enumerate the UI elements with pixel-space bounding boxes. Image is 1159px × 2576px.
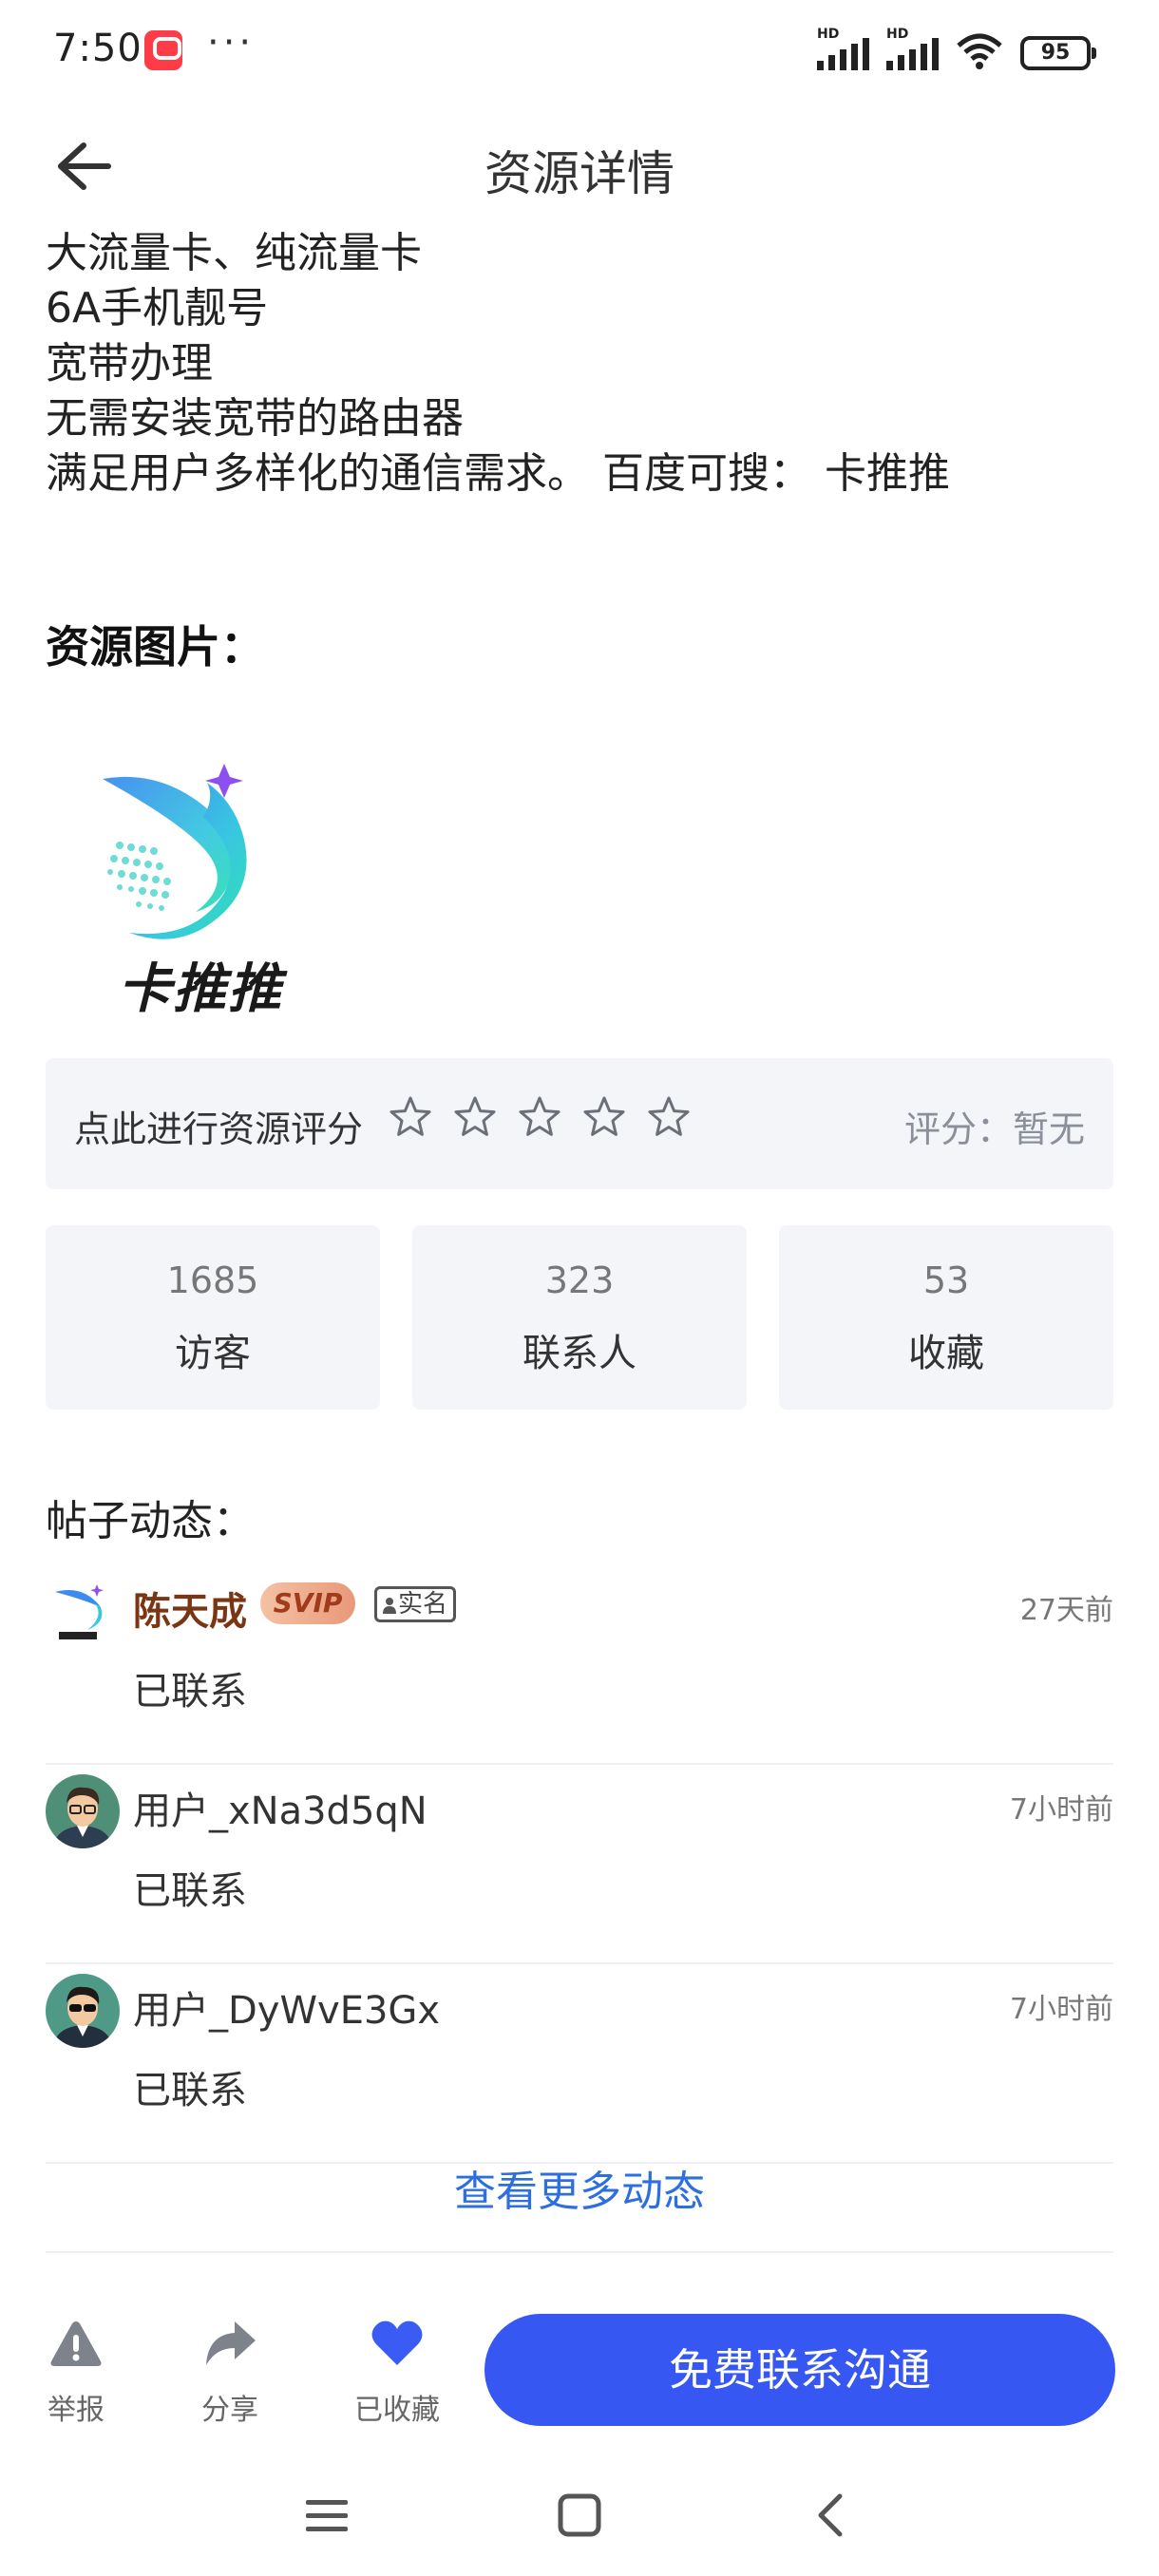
warning-icon (50, 2321, 102, 2366)
feed-action: 已联系 (133, 2069, 247, 2112)
user-name[interactable]: 陈天成 (133, 1581, 247, 1636)
more-notifications-icon: ··· (207, 21, 256, 65)
report-label: 举报 (48, 2394, 104, 2427)
activity-feed: 陈天成 SVIP 实名 27天前 已联系 用户_xNa3d5qN 7小时前 已联… (46, 1565, 1113, 2164)
feed-title: 帖子动态： (46, 1497, 255, 1545)
stat-value: 53 (922, 1260, 970, 1301)
signal-icon: HD (817, 27, 869, 70)
avatar[interactable] (46, 1974, 120, 2048)
star-icon[interactable] (452, 1094, 498, 1140)
report-button[interactable]: 举报 (19, 2318, 133, 2428)
person-icon (383, 1597, 396, 1614)
realname-badge: 实名 (374, 1586, 457, 1622)
description-line: 宽带办理 (46, 339, 213, 388)
share-button[interactable]: 分享 (173, 2318, 287, 2428)
feed-action: 已联系 (133, 1670, 247, 1714)
stat-visitors: 1685 访客 (46, 1225, 380, 1410)
status-indicators: HD HD 95 (817, 27, 1096, 70)
free-contact-button[interactable]: 免费联系沟通 (484, 2314, 1115, 2426)
resource-description: 大流量卡、纯流量卡 6A手机靓号 宽带办理 无需安装宽带的路由器 满足用户多样化… (46, 226, 1119, 502)
feed-item[interactable]: 用户_xNa3d5qN 7小时前 已联系 (46, 1765, 1113, 1964)
favorite-label: 已收藏 (354, 2394, 440, 2427)
page-title: 资源详情 (484, 146, 674, 201)
realname-label: 实名 (398, 1590, 448, 1619)
bottom-action-bar: 举报 分享 已收藏 免费联系沟通 (0, 2280, 1159, 2460)
star-icon[interactable] (517, 1094, 562, 1140)
menu-icon[interactable] (298, 2487, 355, 2544)
battery-icon: 95 (1020, 36, 1096, 70)
stat-label: 访客 (175, 1332, 251, 1375)
stat-label: 收藏 (908, 1332, 984, 1375)
resource-image[interactable]: 卡推推 (91, 760, 319, 1020)
favorite-button[interactable]: 已收藏 (340, 2318, 454, 2428)
feed-time: 7小时前 (1009, 1993, 1113, 2026)
share-arrow-icon (206, 2321, 256, 2365)
user-name[interactable]: 用户_xNa3d5qN (133, 1780, 428, 1835)
images-section-title: 资源图片： (46, 621, 264, 672)
logo-graphic (103, 764, 247, 939)
nav-bar: 资源详情 (0, 109, 1159, 223)
description-line: 大流量卡、纯流量卡 (46, 229, 422, 277)
stat-value: 323 (544, 1260, 615, 1301)
stat-favorites: 53 收藏 (779, 1225, 1113, 1410)
stat-label: 联系人 (522, 1332, 636, 1375)
feed-item[interactable]: 陈天成 SVIP 实名 27天前 已联系 (46, 1565, 1113, 1765)
status-time: 7:50 (53, 27, 142, 70)
signal-icon-2: HD (886, 27, 939, 70)
app-notification-icon (144, 30, 182, 70)
description-line: 无需安装宽带的路由器 (46, 394, 464, 443)
star-icon[interactable] (581, 1094, 627, 1140)
stat-contacts: 323 联系人 (412, 1225, 747, 1410)
user-name[interactable]: 用户_DyWvE3Gx (133, 1979, 440, 2035)
rating-bar[interactable]: 点此进行资源评分 评分：暂无 (46, 1058, 1113, 1189)
star-icon[interactable] (646, 1094, 692, 1140)
rating-prompt: 点此进行资源评分 (74, 1108, 364, 1150)
back-icon[interactable] (804, 2487, 861, 2544)
avatar[interactable] (46, 1774, 120, 1848)
rating-score: 评分：暂无 (903, 1108, 1085, 1150)
logo-text: 卡推推 (118, 958, 283, 1020)
feed-action: 已联系 (133, 1869, 247, 1913)
svip-badge: SVIP (260, 1582, 355, 1624)
view-more-activity-link[interactable]: 查看更多动态 (46, 2131, 1113, 2253)
rating-stars[interactable] (388, 1094, 692, 1140)
status-bar: 7:50 ··· HD HD 95 (0, 0, 1159, 109)
avatar[interactable] (46, 1575, 120, 1649)
heart-icon (371, 2320, 423, 2365)
feed-time: 7小时前 (1009, 1793, 1113, 1827)
stat-value: 1685 (166, 1260, 259, 1301)
feed-time: 27天前 (1019, 1594, 1113, 1627)
description-line: 6A手机靓号 (46, 284, 269, 332)
stats-row: 1685 访客 323 联系人 53 收藏 (46, 1225, 1113, 1410)
system-navigation-bar (0, 2460, 1159, 2576)
wifi-icon (957, 33, 1002, 69)
description-line: 满足用户多样化的通信需求。 百度可搜： 卡推推 (46, 449, 950, 498)
home-icon[interactable] (551, 2487, 608, 2544)
share-label: 分享 (201, 2394, 258, 2427)
star-icon[interactable] (388, 1094, 433, 1140)
